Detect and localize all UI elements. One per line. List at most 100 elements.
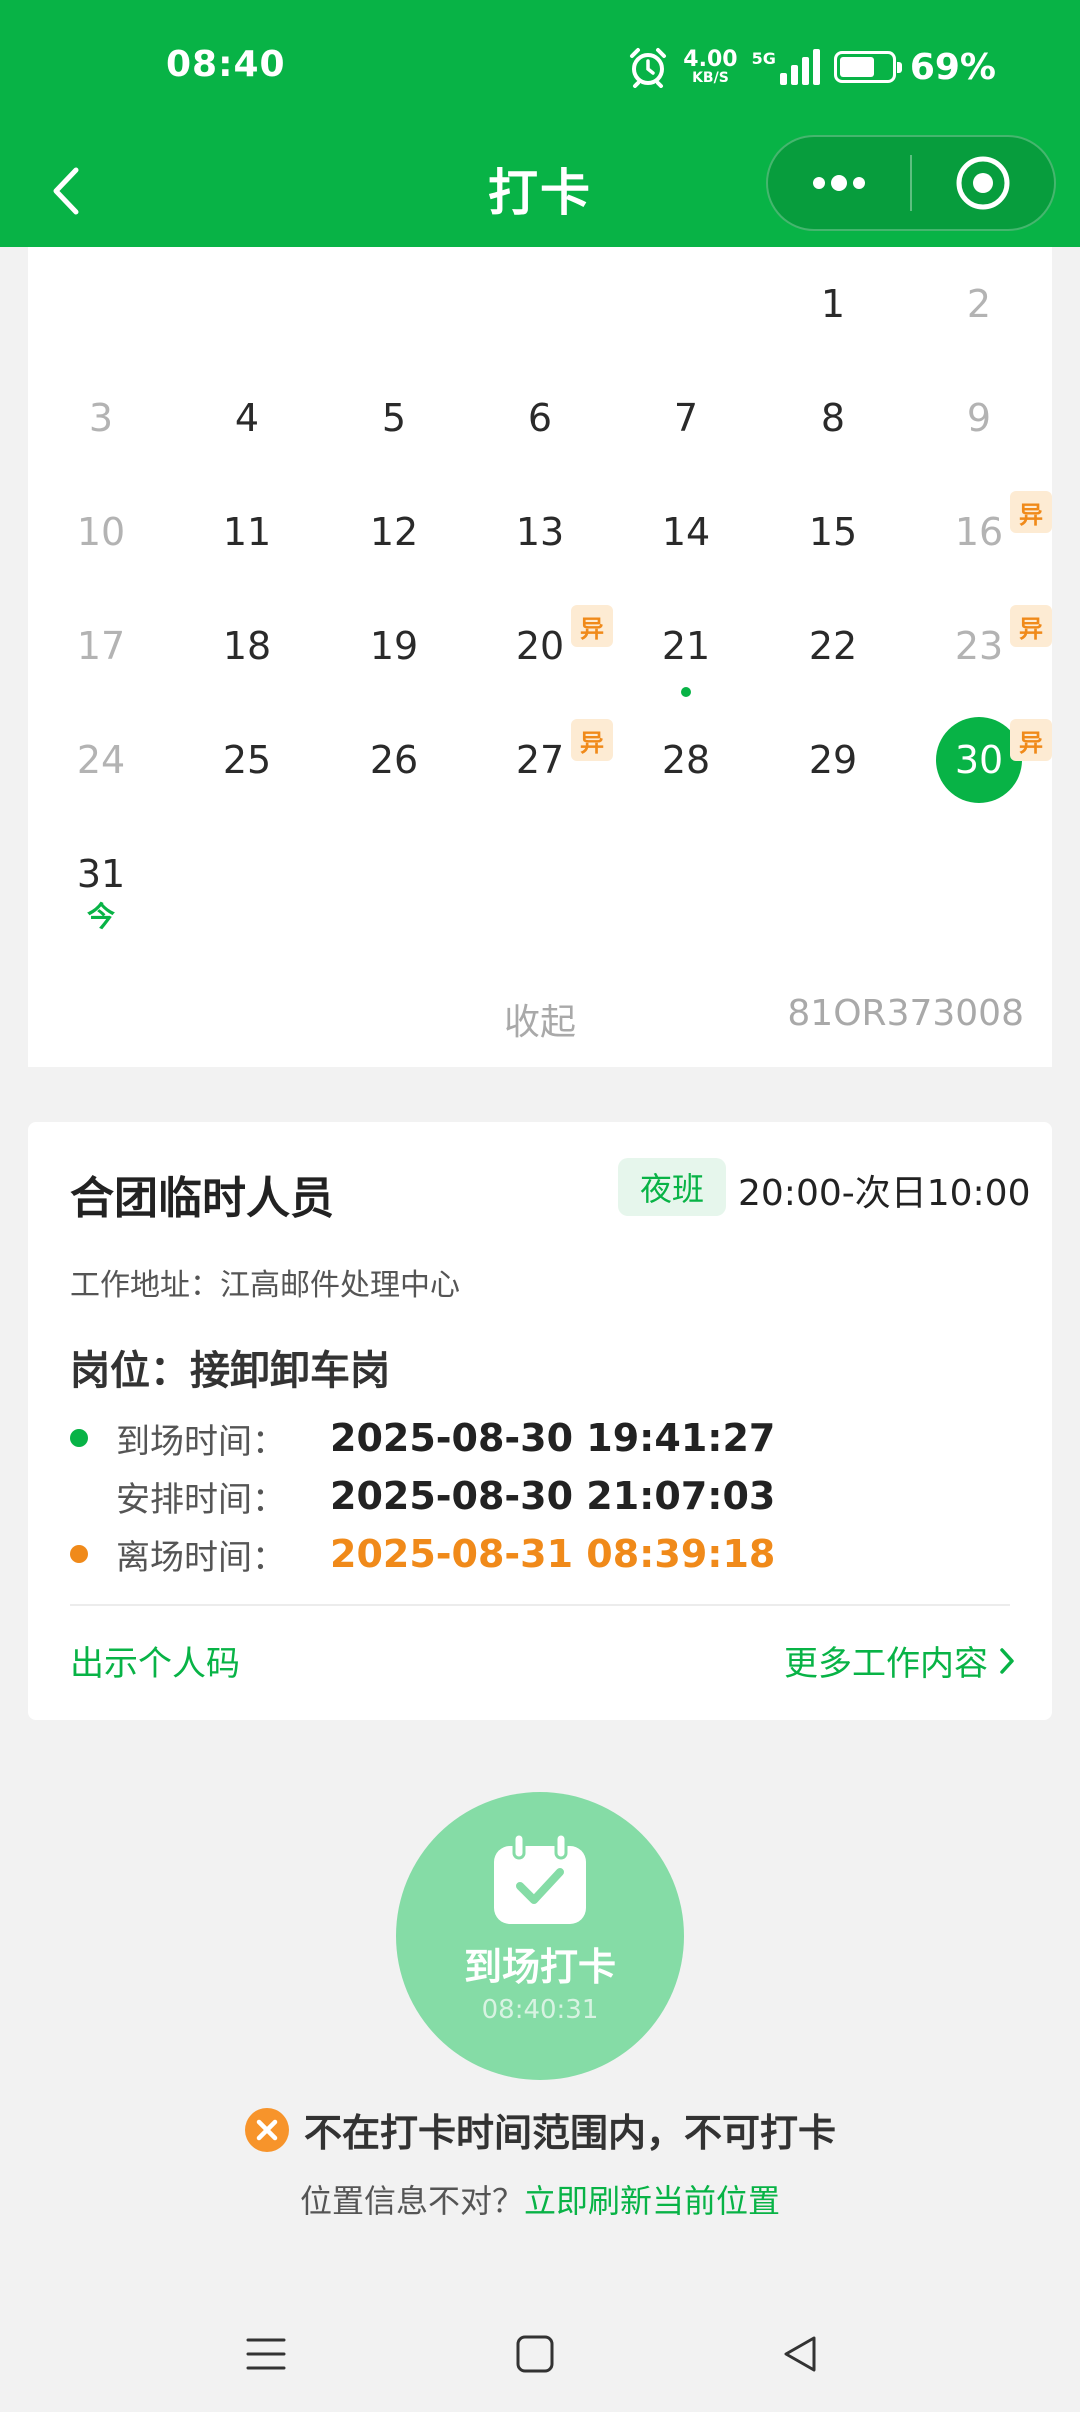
status-time: 08:40 <box>166 44 286 85</box>
refresh-location-link[interactable]: 立即刷新当前位置 <box>524 2182 780 2220</box>
calendar-day-number: 17 <box>76 624 126 668</box>
calendar-day-number: 22 <box>808 624 858 668</box>
home-button[interactable] <box>505 2324 565 2384</box>
calendar-day-number: 16 <box>954 510 1004 554</box>
calendar-day[interactable]: 12 <box>321 475 467 589</box>
calendar-day[interactable]: 29 <box>760 703 906 817</box>
calendar-day-number: 21 <box>661 624 711 668</box>
calendar-day-number: 7 <box>673 396 699 440</box>
calendar-code: 81OR373008 <box>787 993 1024 1034</box>
app-header: 08:40 4.00 KB/S 5G 69% 打卡 <box>0 0 1080 247</box>
calendar-day-number: 28 <box>661 738 711 782</box>
leave-time-value: 2025-08-31 08:39:18 <box>330 1532 776 1576</box>
punch-time: 08:40:31 <box>481 1995 599 2025</box>
calendar-day[interactable]: 22 <box>760 589 906 703</box>
calendar-day[interactable]: 20 异 <box>467 589 613 703</box>
battery-icon <box>833 51 902 83</box>
calendar-day[interactable]: 4 <box>174 361 320 475</box>
location-row: 位置信息不对？立即刷新当前位置 <box>0 2176 1080 2222</box>
calendar-day[interactable]: 13 <box>467 475 613 589</box>
calendar-day[interactable]: 30 异 <box>906 703 1052 817</box>
close-mini-program-button[interactable] <box>912 137 1054 229</box>
shift-tag: 夜班 <box>618 1158 726 1216</box>
today-label: 今 <box>86 900 116 933</box>
calendar-day[interactable]: 2 <box>906 247 1052 361</box>
calendar-day[interactable]: 10 <box>28 475 174 589</box>
calendar: 1 2 3 4 5 6 7 8 9 10 11 12 13 14 15 16 异 17 18 19 20 异 21 22 23 异… <box>28 247 1052 1067</box>
calendar-day-number: 25 <box>222 738 272 782</box>
status-icons: 4.00 KB/S 5G 69% <box>627 42 996 92</box>
divider <box>70 1604 1010 1606</box>
calendar-day-number: 15 <box>808 510 858 554</box>
error-circle-icon <box>244 2107 289 2152</box>
calendar-day-number: 8 <box>820 396 846 440</box>
battery-percent: 69% <box>909 46 996 88</box>
calendar-day[interactable]: 14 <box>613 475 759 589</box>
calendar-day-number: 20 <box>515 624 565 668</box>
calendar-day[interactable]: 24 <box>28 703 174 817</box>
target-circle-icon <box>956 156 1010 210</box>
calendar-day[interactable]: 3 <box>28 361 174 475</box>
calendar-day[interactable]: 5 <box>321 361 467 475</box>
net-speed: 4.00 KB/S <box>683 47 738 86</box>
calendar-day-number: 6 <box>527 396 553 440</box>
arrive-dot <box>70 1429 88 1447</box>
signal-icon: 5G <box>752 49 820 85</box>
calendar-day-number: 13 <box>515 510 565 554</box>
calendar-day-number: 1 <box>820 282 846 326</box>
calendar-day[interactable]: 11 <box>174 475 320 589</box>
calendar-day-number: 29 <box>808 738 858 782</box>
calendar-day-number: 23 <box>954 624 1004 668</box>
calendar-day[interactable]: 28 <box>613 703 759 817</box>
calendar-day[interactable]: 1 <box>760 247 906 361</box>
triangle-back-icon <box>784 2336 816 2372</box>
calendar-day-number: 12 <box>369 510 419 554</box>
system-nav-bar <box>0 2300 1080 2412</box>
calendar-day[interactable]: 7 <box>613 361 759 475</box>
more-work-link[interactable]: 更多工作内容 <box>784 1636 1016 1685</box>
system-back-button[interactable] <box>770 2324 830 2384</box>
arrive-punch-button[interactable]: 到场打卡 08:40:31 <box>396 1792 684 2080</box>
menu-button[interactable] <box>236 2324 296 2384</box>
calendar-day-number: 9 <box>966 396 992 440</box>
calendar-day[interactable]: 8 <box>760 361 906 475</box>
net-speed-value: 4.00 <box>683 47 738 72</box>
calendar-day-number: 19 <box>369 624 419 668</box>
calendar-day[interactable]: 31 今 <box>28 817 174 933</box>
show-personal-code-link[interactable]: 出示个人码 <box>70 1636 240 1685</box>
calendar-day-number: 10 <box>76 510 126 554</box>
calendar-day[interactable]: 16 异 <box>906 475 1052 589</box>
calendar-day[interactable]: 26 <box>321 703 467 817</box>
status-bar: 08:40 4.00 KB/S 5G 69% <box>0 0 1080 135</box>
calendar-day[interactable]: 9 <box>906 361 1052 475</box>
mini-program-capsule <box>766 135 1056 231</box>
calendar-day-number: 24 <box>76 738 126 782</box>
calendar-day-number: 5 <box>381 396 407 440</box>
calendar-day-number: 26 <box>369 738 419 782</box>
more-work-label: 更多工作内容 <box>784 1644 988 1684</box>
menu-icon <box>246 2338 286 2370</box>
calendar-day[interactable]: 17 <box>28 589 174 703</box>
calendar-day-number: 27 <box>515 738 565 782</box>
chevron-right-icon <box>1000 1647 1014 1674</box>
home-square-icon <box>516 2335 554 2373</box>
calendar-day[interactable]: 21 <box>613 589 759 703</box>
leave-dot <box>70 1545 88 1563</box>
calendar-day[interactable]: 23 异 <box>906 589 1052 703</box>
abnormal-badge: 异 <box>1010 491 1052 533</box>
arrive-time-label: 到场时间： <box>116 1421 286 1462</box>
record-dot <box>681 687 691 697</box>
network-type: 5G <box>751 49 776 68</box>
warning-text: 不在打卡时间范围内，不可打卡 <box>303 2111 836 2155</box>
calendar-day[interactable]: 18 <box>174 589 320 703</box>
punch-label: 到场打卡 <box>463 1945 616 1989</box>
calendar-day[interactable]: 19 <box>321 589 467 703</box>
leave-time-label: 离场时间： <box>116 1537 286 1578</box>
calendar-day-number: 18 <box>222 624 272 668</box>
more-button[interactable] <box>768 137 910 229</box>
calendar-day[interactable]: 15 <box>760 475 906 589</box>
calendar-day-number: 14 <box>661 510 711 554</box>
calendar-day[interactable]: 27 异 <box>467 703 613 817</box>
calendar-day[interactable]: 6 <box>467 361 613 475</box>
calendar-day[interactable]: 25 <box>174 703 320 817</box>
